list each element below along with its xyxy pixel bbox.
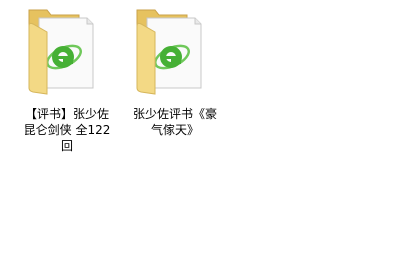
folder-with-ie-icon[interactable]	[17, 2, 117, 102]
folder-with-ie-icon[interactable]	[125, 2, 225, 102]
folder-item[interactable]: 【评书】张少佐 昆仑剑侠 全122 回	[17, 2, 117, 162]
file-explorer-content: 【评书】张少佐 昆仑剑侠 全122 回 张少佐评书《豪 气傢天》	[0, 0, 410, 279]
folder-name-label[interactable]: 张少佐评书《豪 气傢天》	[125, 106, 225, 138]
folder-item[interactable]: 张少佐评书《豪 气傢天》	[125, 2, 225, 162]
folder-name-label[interactable]: 【评书】张少佐 昆仑剑侠 全122 回	[17, 106, 117, 154]
